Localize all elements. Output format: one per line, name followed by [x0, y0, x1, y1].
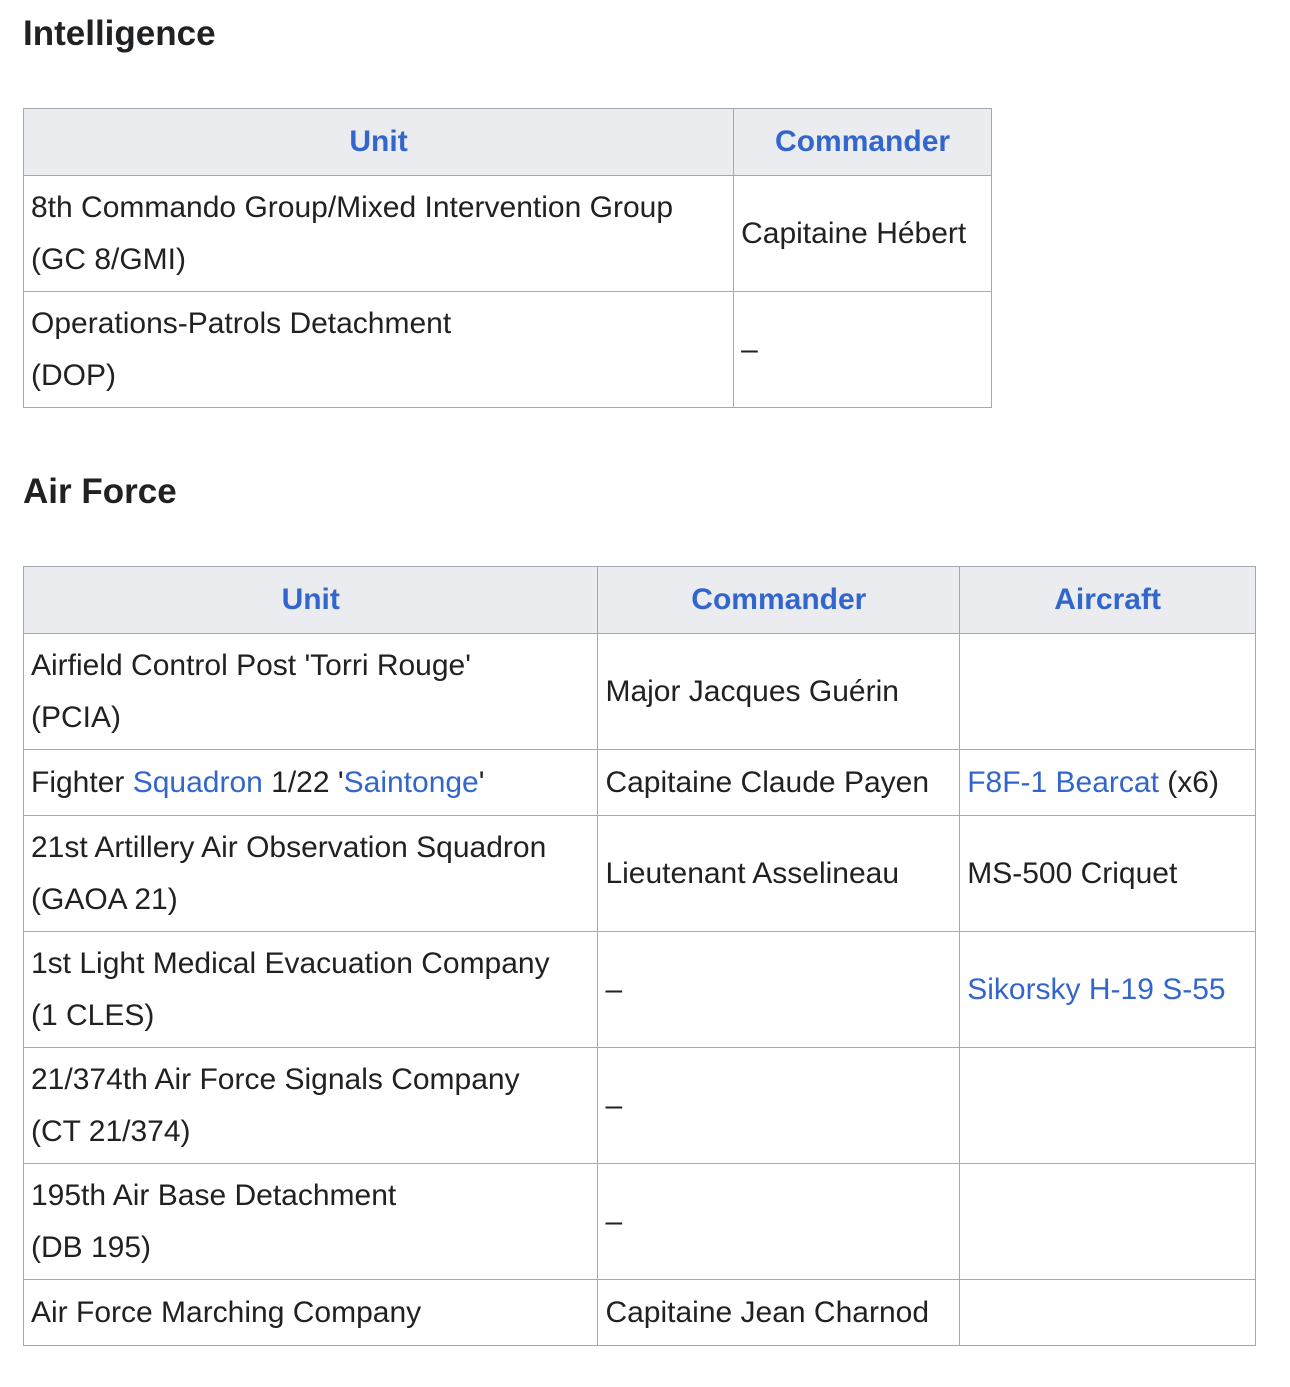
unit-cell: 21st Artillery Air Observation Squadron …: [22, 815, 599, 932]
aircraft-cell: [959, 1163, 1256, 1280]
column-header-commander[interactable]: Commander: [597, 566, 961, 634]
table-row: Operations-Patrols Detachment (DOP) –: [22, 291, 992, 408]
aircraft-cell: [959, 1047, 1256, 1164]
unit-cell: 8th Commando Group/Mixed Intervention Gr…: [22, 175, 735, 292]
unit-cell: 1st Light Medical Evacuation Company (1 …: [22, 931, 599, 1048]
aircraft-cell: [959, 633, 1256, 750]
unit-cell: Operations-Patrols Detachment (DOP): [22, 291, 735, 408]
unit-text: ': [478, 765, 485, 799]
commander-cell: Capitaine Hébert: [733, 175, 992, 292]
unit-cell: Airfield Control Post 'Torri Rouge' (PCI…: [22, 633, 599, 750]
table-row: Airfield Control Post 'Torri Rouge' (PCI…: [22, 633, 1256, 750]
commander-cell: –: [733, 291, 992, 408]
unit-abbreviation: (GC 8/GMI): [31, 242, 186, 276]
unit-cell: 195th Air Base Detachment (DB 195): [22, 1163, 599, 1280]
table-header-row: Unit Commander: [22, 108, 992, 176]
unit-abbreviation: (DB 195): [31, 1230, 152, 1264]
aircraft-cell: Sikorsky H-19 S-55: [959, 931, 1256, 1048]
f8f-bearcat-link[interactable]: F8F-1 Bearcat: [967, 766, 1159, 799]
aircraft-cell: MS-500 Criquet: [959, 815, 1256, 932]
commander-cell: –: [597, 1163, 961, 1280]
unit-abbreviation: (GAOA 21): [31, 882, 178, 916]
commander-cell: Capitaine Jean Charnod: [597, 1279, 961, 1346]
intelligence-table: Unit Commander 8th Commando Group/Mixed …: [22, 108, 992, 408]
commander-cell: –: [597, 1047, 961, 1164]
table-row: 21/374th Air Force Signals Company (CT 2…: [22, 1047, 1256, 1164]
unit-abbreviation: (1 CLES): [31, 998, 155, 1032]
unit-text: Fighter: [31, 765, 133, 799]
unit-abbreviation: (CT 21/374): [31, 1114, 191, 1148]
table-row: 21st Artillery Air Observation Squadron …: [22, 815, 1256, 932]
sikorsky-h19-link[interactable]: Sikorsky H-19 S-55: [967, 973, 1225, 1006]
commander-cell: Capitaine Claude Payen: [597, 749, 961, 816]
column-header-aircraft[interactable]: Aircraft: [959, 566, 1256, 634]
table-row: 1st Light Medical Evacuation Company (1 …: [22, 931, 1256, 1048]
unit-abbreviation: (PCIA): [31, 700, 121, 734]
column-header-commander[interactable]: Commander: [733, 108, 992, 176]
table-row: Fighter Squadron 1/22 'Saintonge' Capita…: [22, 749, 1256, 816]
unit-text: 1/22 ': [262, 765, 344, 799]
column-header-unit[interactable]: Unit: [22, 566, 599, 634]
section-heading-intelligence: Intelligence: [23, 14, 216, 53]
unit-name: 8th Commando Group/Mixed Intervention Gr…: [31, 190, 673, 224]
unit-cell: Fighter Squadron 1/22 'Saintonge': [22, 749, 599, 816]
aircraft-cell: [959, 1279, 1256, 1346]
unit-name: 1st Light Medical Evacuation Company: [31, 946, 550, 980]
table-header-row: Unit Commander Aircraft: [22, 566, 1256, 634]
section-heading-air-force: Air Force: [23, 472, 177, 511]
commander-cell: Major Jacques Guérin: [597, 633, 961, 750]
table-row: Air Force Marching Company Capitaine Jea…: [22, 1279, 1256, 1346]
column-header-unit[interactable]: Unit: [22, 108, 735, 176]
unit-name: 195th Air Base Detachment: [31, 1178, 397, 1212]
saintonge-link[interactable]: Saintonge: [344, 766, 479, 799]
aircraft-count: (x6): [1158, 765, 1219, 799]
unit-abbreviation: (DOP): [31, 358, 116, 392]
aircraft-cell: F8F-1 Bearcat (x6): [959, 749, 1256, 816]
commander-cell: Lieutenant Asselineau: [597, 815, 961, 932]
unit-name: 21/374th Air Force Signals Company: [31, 1062, 520, 1096]
commander-cell: –: [597, 931, 961, 1048]
unit-cell: 21/374th Air Force Signals Company (CT 2…: [22, 1047, 599, 1164]
table-row: 195th Air Base Detachment (DB 195) –: [22, 1163, 1256, 1280]
squadron-link[interactable]: Squadron: [133, 766, 263, 799]
table-row: 8th Commando Group/Mixed Intervention Gr…: [22, 175, 992, 292]
unit-name: Operations-Patrols Detachment: [31, 306, 452, 340]
unit-name: Airfield Control Post 'Torri Rouge': [31, 648, 471, 682]
unit-name: 21st Artillery Air Observation Squadron: [31, 830, 547, 864]
unit-cell: Air Force Marching Company: [22, 1279, 599, 1346]
air-force-table: Unit Commander Aircraft Airfield Control…: [22, 566, 1256, 1346]
